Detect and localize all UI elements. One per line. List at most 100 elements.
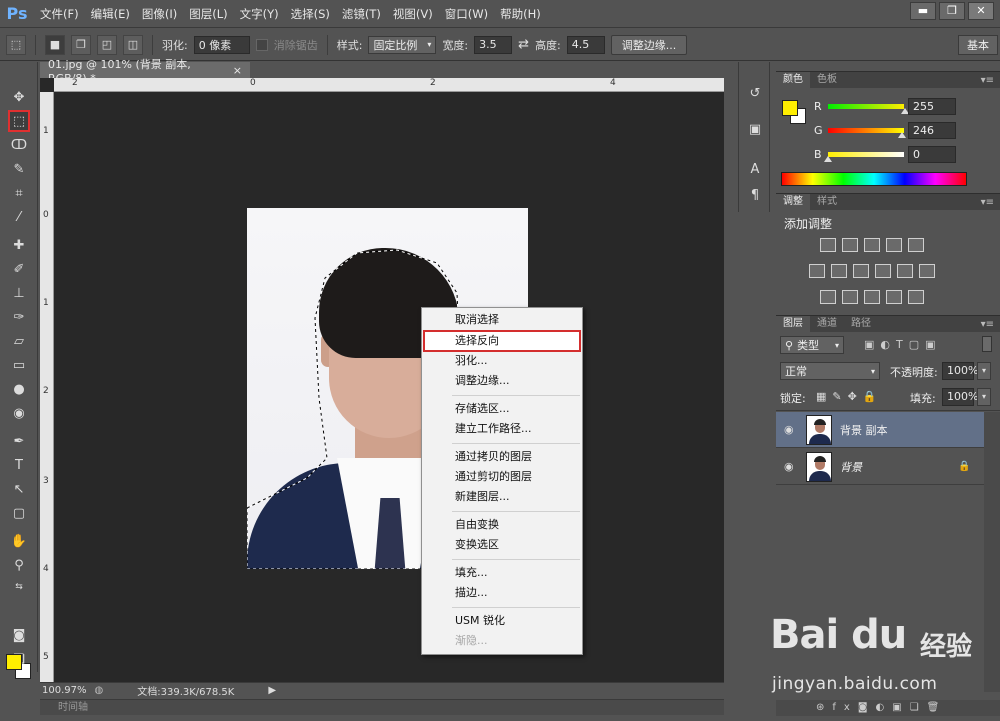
ctx-transform-selection[interactable]: 变换选区 (424, 535, 580, 555)
add-selection-icon[interactable]: ❐ (71, 34, 91, 55)
blur-tool-icon[interactable]: ● (8, 378, 30, 400)
ctx-feather[interactable]: 羽化... (424, 351, 580, 371)
tab-paths[interactable]: 路径 (844, 316, 878, 332)
posterize-icon[interactable] (842, 290, 858, 304)
fill-dropdown-icon[interactable]: ▾ (977, 388, 991, 406)
ctx-make-work-path[interactable]: 建立工作路径... (424, 419, 580, 439)
type-tool-icon[interactable]: T (8, 454, 30, 476)
menu-layer[interactable]: 图层(L) (183, 0, 233, 28)
ctx-deselect[interactable]: 取消选择 (424, 310, 580, 330)
vibrance-icon[interactable] (908, 238, 924, 252)
dodge-tool-icon[interactable]: ◉ (8, 402, 30, 424)
panel-menu-icon[interactable]: ▾≡ (981, 75, 994, 86)
tab-styles[interactable]: 样式 (810, 194, 844, 210)
red-track[interactable] (828, 103, 904, 109)
tab-channels[interactable]: 通道 (810, 316, 844, 332)
zoom-tool-icon[interactable]: ⚲ (8, 554, 30, 576)
minimize-button[interactable]: ▬ (910, 2, 936, 20)
status-menu-arrow-icon[interactable]: ▶ (268, 685, 276, 696)
default-colors-icon[interactable]: ⇆ (8, 576, 30, 598)
clone-stamp-tool-icon[interactable]: ⊥ (8, 282, 30, 304)
menu-window[interactable]: 窗口(W) (439, 0, 494, 28)
ctx-fill[interactable]: 填充... (424, 563, 580, 583)
menu-edit[interactable]: 编辑(E) (85, 0, 136, 28)
menu-file[interactable]: 文件(F) (34, 0, 85, 28)
quick-mask-icon[interactable]: ◙ (8, 624, 30, 646)
close-button[interactable]: ✕ (968, 2, 994, 20)
status-info-icon[interactable]: ◍ (95, 685, 104, 696)
zoom-level[interactable]: 100.97% (42, 685, 87, 696)
hand-tool-icon[interactable]: ✋ (8, 530, 30, 552)
green-thumb[interactable] (898, 132, 906, 138)
width-input[interactable] (474, 35, 513, 54)
quick-selection-tool-icon[interactable]: ✎ (8, 158, 30, 180)
green-value[interactable]: 246 (908, 121, 956, 139)
feather-input[interactable] (193, 35, 250, 54)
menu-filter[interactable]: 滤镜(T) (336, 0, 387, 28)
path-selection-tool-icon[interactable]: ↖ (8, 478, 30, 500)
ruler-vertical[interactable]: 1 0 1 2 3 4 5 (40, 92, 54, 682)
pen-tool-icon[interactable]: ✒ (8, 430, 30, 452)
ctx-layer-via-cut[interactable]: 通过剪切的图层 (424, 467, 580, 487)
close-icon[interactable]: × (233, 64, 242, 77)
exposure-icon[interactable] (886, 238, 902, 252)
blend-mode-select[interactable]: 正常 ▾ (780, 362, 880, 380)
color-spectrum-ramp[interactable] (781, 172, 967, 186)
brush-tool-icon[interactable]: ✐ (8, 258, 30, 280)
ctx-stroke[interactable]: 描边... (424, 583, 580, 603)
character-panel-icon[interactable]: A (746, 160, 764, 178)
panel-menu-icon[interactable]: ▾≡ (981, 197, 994, 208)
red-value[interactable]: 255 (908, 97, 956, 115)
paragraph-panel-icon[interactable]: ¶ (746, 186, 764, 204)
slider-green[interactable]: G 246 (776, 120, 1000, 140)
color-lookup-icon[interactable] (919, 264, 935, 278)
blue-thumb[interactable] (824, 156, 832, 162)
ctx-save-selection[interactable]: 存储选区... (424, 399, 580, 419)
eye-icon[interactable]: ◉ (784, 460, 794, 473)
actions-panel-icon[interactable]: ▣ (746, 120, 764, 138)
fill-input[interactable]: 100% (942, 388, 978, 406)
menu-select[interactable]: 选择(S) (285, 0, 336, 28)
lasso-tool-icon[interactable]: ↀ (8, 134, 30, 156)
panel-menu-icon[interactable]: ▾≡ (981, 319, 994, 330)
green-track[interactable] (828, 127, 904, 133)
new-selection-icon[interactable]: ■ (45, 34, 65, 55)
ctx-refine-edge[interactable]: 调整边缘... (424, 371, 580, 391)
ruler-horizontal[interactable]: 2 0 2 4 (54, 78, 724, 92)
curves-icon[interactable] (864, 238, 880, 252)
tab-color[interactable]: 颜色 (776, 72, 810, 88)
threshold-icon[interactable] (864, 290, 880, 304)
intersect-selection-icon[interactable]: ◫ (123, 34, 143, 55)
history-panel-icon[interactable]: ↺ (746, 84, 764, 102)
levels-icon[interactable] (842, 238, 858, 252)
tab-swatches[interactable]: 色板 (810, 72, 844, 88)
layer-row-background-copy[interactable]: ◉ 背景 副本 (776, 412, 984, 448)
layer-row-background[interactable]: ◉ 背景 🔒 (776, 449, 984, 485)
height-input[interactable] (566, 35, 605, 54)
selective-color-icon[interactable] (886, 290, 902, 304)
healing-brush-tool-icon[interactable]: ✚ (8, 234, 30, 256)
color-balance-icon[interactable] (831, 264, 847, 278)
swap-icon[interactable]: ⇄ (518, 37, 529, 52)
foreground-color-swatch[interactable] (6, 654, 22, 670)
slider-red[interactable]: R 255 (776, 96, 1000, 116)
ctx-select-inverse[interactable]: 选择反向 (423, 330, 581, 352)
gradient-map-icon[interactable] (908, 290, 924, 304)
menu-view[interactable]: 视图(V) (387, 0, 439, 28)
eraser-tool-icon[interactable]: ▱ (8, 330, 30, 352)
hue-saturation-icon[interactable] (809, 264, 825, 278)
ctx-free-transform[interactable]: 自由变换 (424, 515, 580, 535)
subtract-selection-icon[interactable]: ◰ (97, 34, 117, 55)
black-white-icon[interactable] (853, 264, 869, 278)
menu-help[interactable]: 帮助(H) (494, 0, 547, 28)
history-brush-tool-icon[interactable]: ✑ (8, 306, 30, 328)
shape-tool-icon[interactable]: ▢ (8, 502, 30, 524)
ctx-new-layer[interactable]: 新建图层... (424, 487, 580, 507)
antialias-checkbox[interactable] (255, 38, 268, 51)
blue-value[interactable]: 0 (908, 145, 956, 163)
gradient-tool-icon[interactable]: ▭ (8, 354, 30, 376)
move-tool-icon[interactable]: ✥ (8, 86, 30, 108)
eyedropper-tool-icon[interactable]: ⁄ (8, 206, 30, 228)
rectangular-marquee-tool-icon[interactable]: ⬚ (8, 110, 30, 132)
tab-layers[interactable]: 图层 (776, 316, 810, 332)
